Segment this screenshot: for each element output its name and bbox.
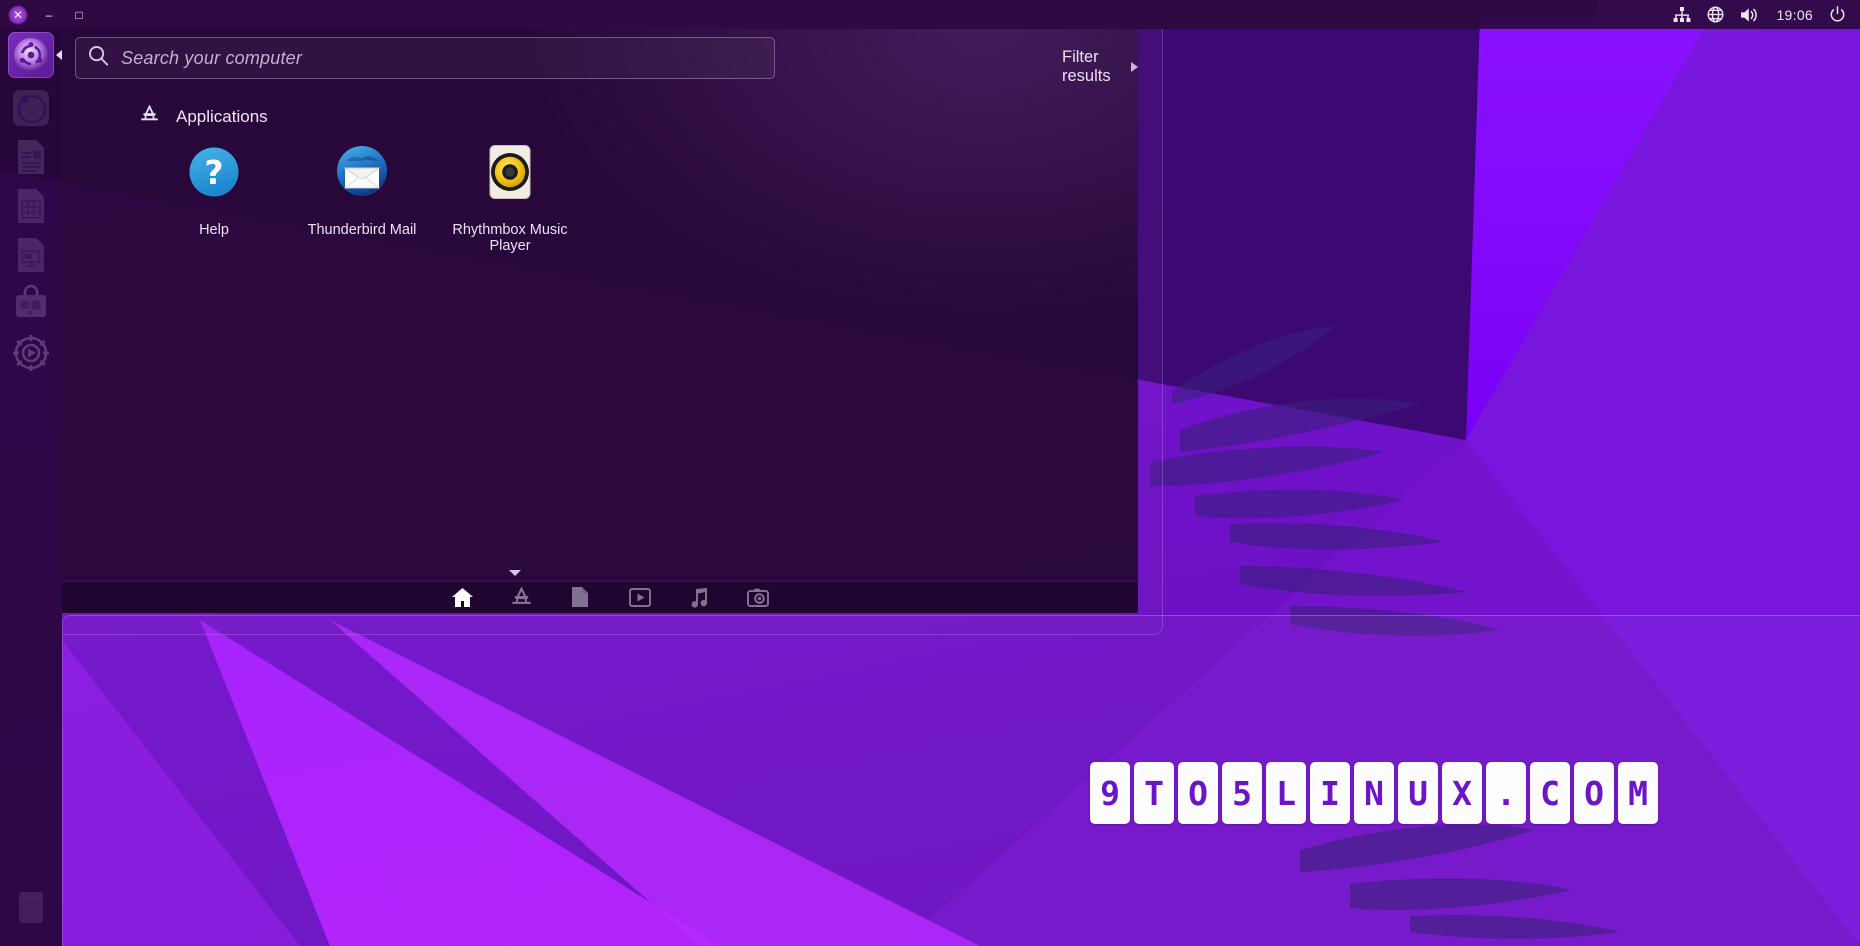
close-icon[interactable]: ✕: [8, 4, 28, 25]
lens-files[interactable]: [563, 581, 597, 613]
lens-active-chevron-icon: [509, 570, 521, 576]
watermark-char: U: [1398, 762, 1438, 824]
volume-icon[interactable]: [1740, 7, 1760, 23]
lens-applications[interactable]: [504, 581, 538, 613]
window-controls: ✕ – □: [0, 4, 88, 25]
power-icon[interactable]: [1829, 6, 1846, 23]
presentation-impress-icon: [18, 238, 44, 272]
ubuntu-logo-icon: [14, 38, 48, 72]
spreadsheet-calc-icon: [18, 189, 44, 223]
gear-icon: [13, 335, 49, 371]
lens-music[interactable]: [682, 581, 716, 613]
launcher: [0, 29, 62, 946]
search-input[interactable]: Search your computer: [75, 37, 775, 79]
applications-icon: [140, 104, 159, 129]
watermark-char: O: [1178, 762, 1218, 824]
dash-content: Search your computer Filter results Appl…: [62, 29, 1138, 613]
category-header-applications[interactable]: Applications: [140, 104, 268, 129]
watermark: 9 T O 5 L I N U X . C O M: [1090, 762, 1658, 824]
filter-results-button[interactable]: Filter results: [1062, 48, 1138, 86]
software-bag-icon: [16, 284, 46, 317]
camera-icon: [746, 588, 769, 607]
watermark-char: 5: [1222, 762, 1262, 824]
sidebar-item-libreoffice-calc[interactable]: [8, 183, 54, 229]
firefox-icon: [13, 90, 49, 126]
music-note-icon: [691, 587, 707, 608]
watermark-char: X: [1442, 762, 1482, 824]
app-result-rhythmbox-music-player[interactable]: Rhythmbox Music Player: [436, 141, 584, 254]
watermark-char: O: [1574, 762, 1614, 824]
app-result-label: Rhythmbox Music Player: [452, 222, 568, 255]
watermark-char: 9: [1090, 762, 1130, 824]
search-placeholder: Search your computer: [121, 47, 303, 68]
filter-results-label: Filter results: [1062, 48, 1111, 85]
thunderbird-icon: [331, 141, 393, 203]
home-icon: [451, 587, 473, 607]
system-tray: 19:06: [1673, 6, 1860, 23]
launcher-active-arrow: [56, 50, 62, 60]
help-icon: ?: [183, 141, 245, 203]
watermark-char: I: [1310, 762, 1350, 824]
app-result-label: Help: [199, 222, 229, 238]
video-icon: [628, 587, 651, 607]
app-result-label: Thunderbird Mail: [307, 222, 417, 238]
trash-icon: [19, 892, 43, 923]
desktop-screen: 9 T O 5 L I N U X . C O M ✕ – □ 19:06 Se…: [0, 0, 1860, 946]
document-icon: [572, 587, 589, 607]
sidebar-item-system-settings[interactable]: [8, 330, 54, 376]
sidebar-item-software-center[interactable]: [8, 281, 54, 327]
app-result-help[interactable]: ? Help: [140, 141, 288, 254]
category-label: Applications: [176, 107, 268, 126]
watermark-char: C: [1530, 762, 1570, 824]
language-icon[interactable]: [1707, 6, 1724, 23]
svg-text:?: ?: [204, 153, 223, 192]
lens-photos[interactable]: [741, 581, 775, 613]
sidebar-item-trash[interactable]: [8, 884, 54, 930]
app-result-thunderbird-mail[interactable]: Thunderbird Mail: [288, 141, 436, 254]
clock[interactable]: 19:06: [1776, 7, 1813, 23]
sidebar-item-libreoffice-impress[interactable]: [8, 232, 54, 278]
triangle-right-icon: [1131, 62, 1138, 72]
lens-home[interactable]: [445, 581, 479, 613]
applications-icon: [512, 586, 531, 604]
sidebar-item-firefox[interactable]: [8, 85, 54, 131]
applications-results-grid: ? Help Thunderbird Mail Rhythmbox Music …: [140, 141, 584, 254]
watermark-char: .: [1486, 762, 1526, 824]
lens-video[interactable]: [623, 581, 657, 613]
watermark-char: L: [1266, 762, 1306, 824]
minimize-icon[interactable]: –: [40, 6, 58, 24]
maximize-icon[interactable]: □: [70, 6, 88, 24]
top-panel: ✕ – □ 19:06: [0, 0, 1860, 29]
document-writer-icon: [18, 140, 44, 174]
watermark-char: T: [1134, 762, 1174, 824]
network-icon[interactable]: [1673, 7, 1691, 22]
dash-overlay: Search your computer Filter results Appl…: [62, 29, 1163, 635]
rhythmbox-icon: [479, 141, 541, 203]
watermark-char: M: [1618, 762, 1658, 824]
sidebar-item-ubuntu-dash[interactable]: [8, 32, 54, 78]
watermark-char: N: [1354, 762, 1394, 824]
sidebar-item-libreoffice-writer[interactable]: [8, 134, 54, 180]
search-icon: [88, 45, 109, 71]
dash-lens-row: [445, 581, 775, 613]
